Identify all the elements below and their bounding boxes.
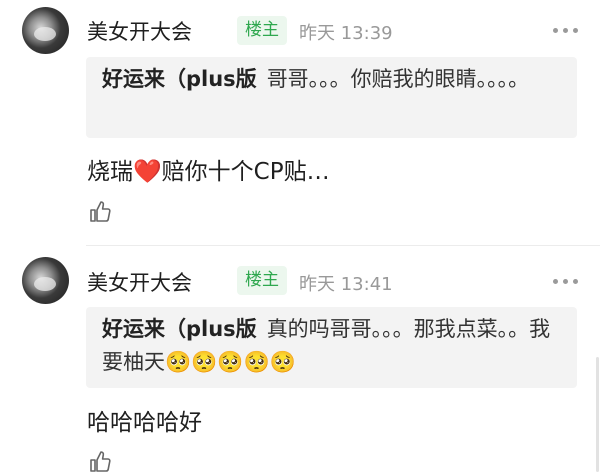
quote-text: 哥哥。。。你赔我的眼睛。。。。 <box>266 67 530 91</box>
timestamp: 昨天 13:41 <box>299 274 393 295</box>
thumbs-up-icon[interactable] <box>88 450 112 474</box>
author-name[interactable]: 美女开大会 <box>87 267 192 297</box>
comment-body: 烧瑞❤️赔你十个CP贴… <box>87 152 330 186</box>
op-badge: 楼主 <box>237 266 287 295</box>
timestamp: 昨天 13:39 <box>299 23 393 44</box>
comment-2: 美女开大会 楼主 昨天 13:41 好运来（plus版 真的吗哥哥。。。那我点菜。… <box>0 246 600 472</box>
comment-body-suffix: 赔你十个CP贴… <box>161 159 330 185</box>
more-dots-icon[interactable] <box>553 276 579 286</box>
op-badge: 楼主 <box>237 16 287 45</box>
comment-1: 美女开大会 楼主 昨天 13:39 好运来（plus版 哥哥。。。你赔我的眼睛。。… <box>0 0 600 246</box>
comment-body-prefix: 烧瑞 <box>87 159 133 185</box>
more-dots-icon[interactable] <box>553 25 579 35</box>
avatar[interactable] <box>22 257 69 304</box>
avatar[interactable] <box>22 7 69 54</box>
heart-emoji: ❤️ <box>133 159 162 185</box>
scrollbar[interactable] <box>596 357 599 472</box>
author-name[interactable]: 美女开大会 <box>87 16 192 46</box>
comment-body: 哈哈哈哈好 <box>87 410 202 436</box>
quote-author[interactable]: 好运来（plus版 <box>102 317 257 341</box>
thumbs-up-icon[interactable] <box>88 200 112 224</box>
quoted-reply[interactable]: 好运来（plus版 哥哥。。。你赔我的眼睛。。。。 <box>86 57 577 138</box>
quoted-reply[interactable]: 好运来（plus版 真的吗哥哥。。。那我点菜。。我要柚天🥺🥺🥺🥺🥺 <box>86 307 577 388</box>
quote-author[interactable]: 好运来（plus版 <box>102 67 257 91</box>
